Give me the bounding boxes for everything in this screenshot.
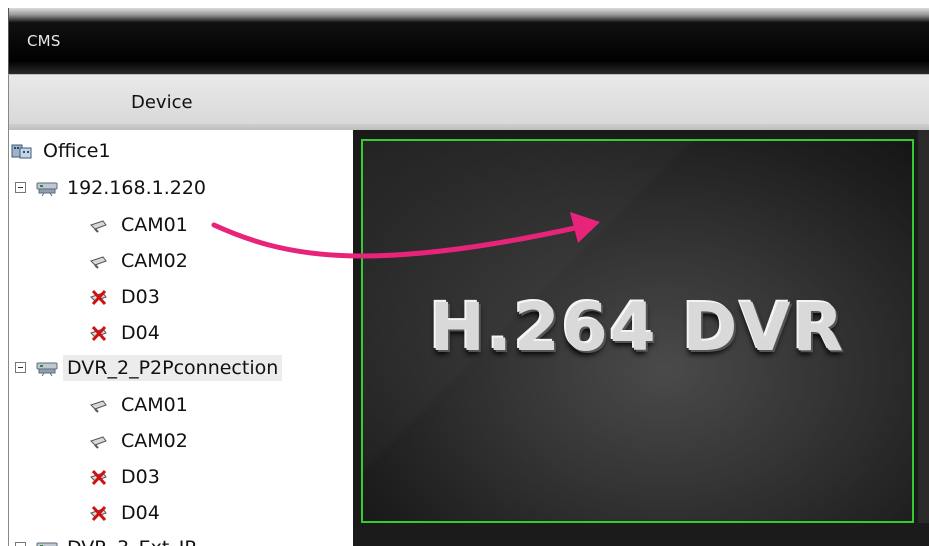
channel-label: D04 [121,502,160,524]
channel-label: D03 [121,466,160,488]
tree-channel[interactable]: D03 [89,462,164,492]
tree-root-office[interactable]: Office1 [11,136,115,166]
collapse-minus-icon[interactable] [15,182,26,193]
tree-channel[interactable]: CAM01 [89,390,192,420]
channel-label: CAM02 [121,250,188,272]
dvr-device-icon [35,179,58,197]
device-tree[interactable]: Office1 192.168.1.220 CAM01 CAM02 D03 D0… [8,130,353,546]
video-window-selected[interactable]: H.264 DVR [361,139,914,523]
channel-label: CAM01 [121,214,188,236]
dvr-device-icon [35,359,58,377]
office-group-icon [11,142,33,160]
app-title: CMS [27,32,61,50]
collapse-minus-icon[interactable] [15,542,26,546]
collapse-minus-icon[interactable] [15,362,26,373]
channel-label: CAM02 [121,430,188,452]
tree-device-1[interactable]: 192.168.1.220 [35,173,210,203]
camera-offline-icon [89,504,111,522]
tree-channel[interactable]: D03 [89,282,164,312]
tree-device-3[interactable]: DVR_3_Ext_IP [35,533,200,546]
tree-channel[interactable]: D04 [89,318,164,348]
camera-offline-icon [89,324,111,342]
dvr-device-icon [35,539,58,546]
tree-channel[interactable]: CAM01 [89,210,192,240]
title-bar: CMS [8,8,929,74]
tree-root-label: Office1 [43,140,111,162]
camera-offline-icon [89,288,111,306]
video-side-strip [918,130,929,546]
tree-channel[interactable]: CAM02 [89,426,192,456]
device-name: 192.168.1.220 [67,177,207,199]
channel-label: CAM01 [121,394,188,416]
camera-offline-icon [89,468,111,486]
camera-icon [89,432,111,450]
tab-device[interactable]: Device [131,92,193,113]
tree-channel[interactable]: D04 [89,498,164,528]
camera-icon [89,396,111,414]
tab-bar: Device [8,74,929,130]
channel-label: D04 [121,322,160,344]
device-name: DVR_3_Ext_IP [63,535,200,546]
tree-channel[interactable]: CAM02 [89,246,192,276]
device-name: DVR_2_P2Pconnection [63,355,283,381]
video-bottom-strip [353,523,929,546]
video-overlay-logo: H.264 DVR [429,289,846,366]
channel-label: D03 [121,286,160,308]
camera-icon [89,252,111,270]
camera-icon [89,216,111,234]
tree-device-2[interactable]: DVR_2_P2Pconnection [35,353,283,383]
